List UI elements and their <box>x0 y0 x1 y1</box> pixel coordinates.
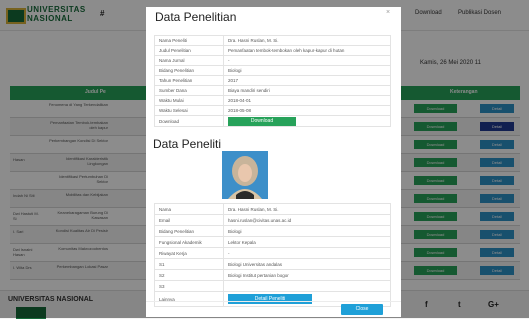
info-label: Nama Jurnal <box>154 55 224 66</box>
info-label: Email <box>154 214 224 226</box>
info-row: S2 Biologi Institut pertanian bogor <box>154 269 391 281</box>
info-value: Dra. Hasni Ruslan, M. Si. <box>223 203 391 215</box>
info-label: Waktu Mulai <box>154 95 224 106</box>
info-value: Biaya mandiri sendiri <box>223 85 391 96</box>
info-row: Tahun Penelitian 2017 <box>154 75 391 86</box>
info-row: S1 Biologi Universitas andalas <box>154 258 391 270</box>
info-value: Biologi <box>223 225 391 237</box>
info-label: Bidang Penelitian <box>154 225 224 237</box>
download-button[interactable]: Download <box>228 116 296 126</box>
info-row: Nama Dra. Hasni Ruslan, M. Si. <box>154 203 391 215</box>
info-value <box>223 280 391 292</box>
info-label: Sumber Dana <box>154 85 224 96</box>
info-label: Bidang Penelitian <box>154 65 224 76</box>
info-label: Tahun Penelitian <box>154 75 224 86</box>
modal-title: Data Penelitian <box>155 10 237 24</box>
info-label: Riwayat Kerja <box>154 247 224 259</box>
info-value: 2018-05-08 <box>223 105 391 116</box>
researcher-info-table: Nama Dra. Hasni Ruslan, M. Si. Email hasni.… <box>154 203 391 307</box>
info-row: Bidang Penelitian Biologi <box>154 225 391 237</box>
research-detail-modal: Data Penelitian × Nama Peneliti Dra. Hasn… <box>146 7 401 317</box>
close-icon[interactable]: × <box>386 9 390 16</box>
info-row: Fungsional Akademik Lektor Kepala <box>154 236 391 248</box>
info-row: Nama Jurnal - <box>154 55 391 66</box>
info-value: - <box>223 55 391 66</box>
peneliti-section-title: Data Peneliti <box>153 137 222 151</box>
info-label: Nama <box>154 203 224 215</box>
info-value: Lektor Kepala <box>223 236 391 248</box>
info-value: Dra. Hasni Ruslan, M. Si. <box>223 35 391 46</box>
info-row: Bidang Penelitian Biologi <box>154 65 391 76</box>
download-row-label: Download <box>154 115 224 127</box>
download-row-value: Download <box>223 115 391 127</box>
info-row: Riwayat Kerja - <box>154 247 391 259</box>
info-label: Nama Peneliti <box>154 35 224 46</box>
info-value: Biologi Institut pertanian bogor <box>223 269 391 281</box>
researcher-photo <box>222 151 268 199</box>
modal-footer: Close <box>146 301 401 317</box>
info-label: Judul Penelitian <box>154 45 224 56</box>
info-row: Waktu Selesai 2018-05-08 <box>154 105 391 116</box>
info-row: Judul Penelitian Pemanfaatan tembok-tembo… <box>154 45 391 56</box>
info-value: Biologi Universitas andalas <box>223 258 391 270</box>
info-row: Nama Peneliti Dra. Hasni Ruslan, M. Si. <box>154 35 391 46</box>
info-value: - <box>223 247 391 259</box>
info-row: Email hasni.ruslan@civitas.unas.ac.id <box>154 214 391 226</box>
info-value: Biologi <box>223 65 391 76</box>
info-label: S3 <box>154 280 224 292</box>
info-label: Waktu Selesai <box>154 105 224 116</box>
info-value: Pemanfaatan tembok-tembokan oleh kapur-k… <box>223 45 391 56</box>
info-row: Waktu Mulai 2018-04-01 <box>154 95 391 106</box>
info-label: S1 <box>154 258 224 270</box>
research-info-table: Nama Peneliti Dra. Hasni Ruslan, M. Si. Ju… <box>154 35 391 127</box>
info-label: Fungsional Akademik <box>154 236 224 248</box>
close-button[interactable]: Close <box>341 304 383 315</box>
info-value: hasni.ruslan@civitas.unas.ac.id <box>223 214 391 226</box>
info-value: 2018-04-01 <box>223 95 391 106</box>
info-label: S2 <box>154 269 224 281</box>
info-value: 2017 <box>223 75 391 86</box>
info-row: S3 <box>154 280 391 292</box>
info-row: Sumber Dana Biaya mandiri sendiri <box>154 85 391 96</box>
